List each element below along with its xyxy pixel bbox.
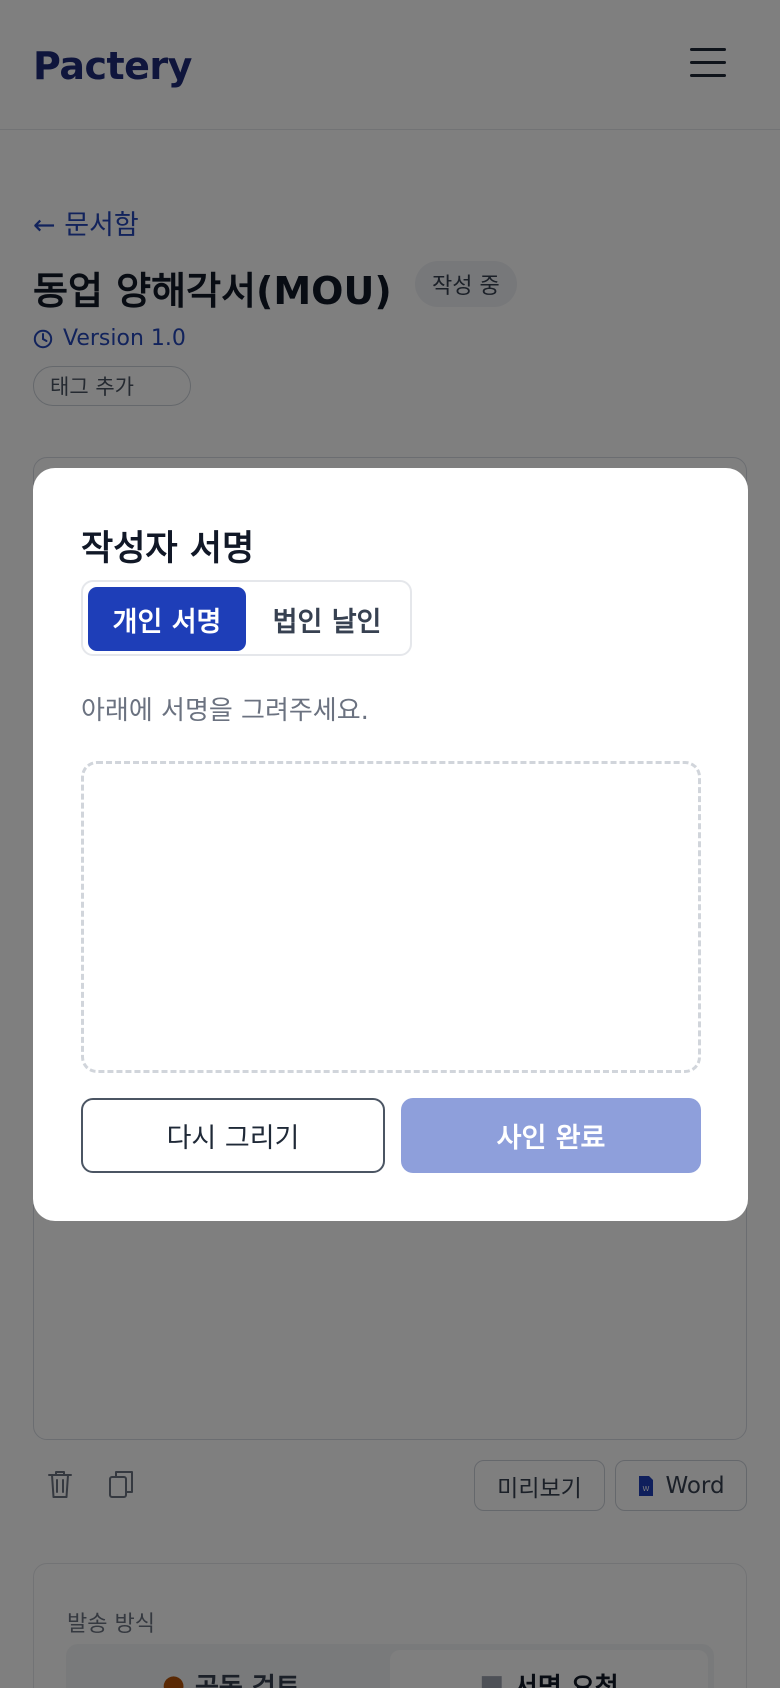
signature-type-toggle: 개인 서명 법인 날인	[81, 580, 412, 656]
sign-complete-button[interactable]: 사인 완료	[401, 1098, 701, 1173]
signature-hint: 아래에 서명을 그려주세요.	[81, 696, 369, 726]
signature-modal: 작성자 서명 개인 서명 법인 날인 아래에 서명을 그려주세요. 다시 그리기…	[33, 468, 748, 1221]
tab-corporate-seal[interactable]: 법인 날인	[248, 587, 406, 651]
modal-title: 작성자 서명	[81, 529, 255, 569]
redraw-button[interactable]: 다시 그리기	[81, 1098, 385, 1173]
signature-pad[interactable]	[81, 761, 701, 1073]
page: Pactery ← 문서함 동업 양해각서(MOU) 작성 중 Version …	[0, 0, 780, 1688]
tab-personal-signature[interactable]: 개인 서명	[88, 587, 246, 651]
